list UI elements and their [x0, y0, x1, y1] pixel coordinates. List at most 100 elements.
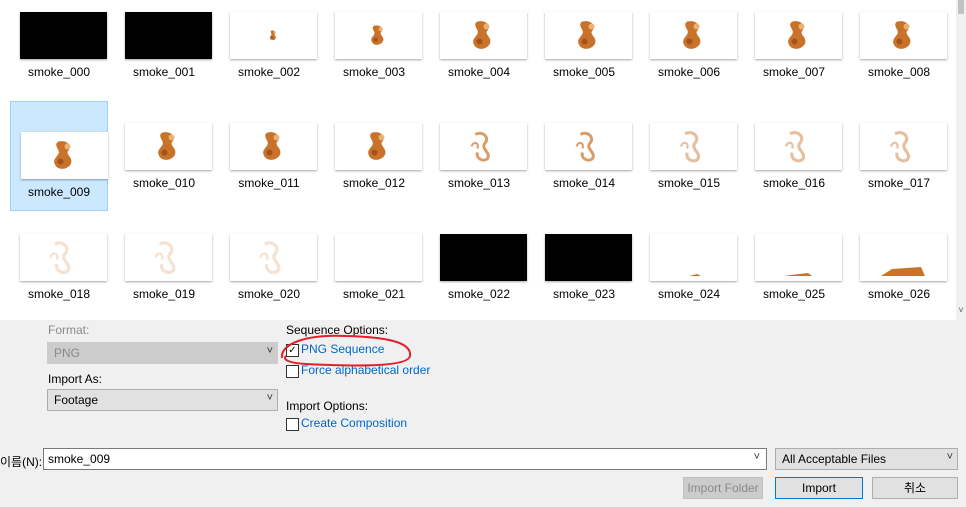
- smoke-shape: [259, 241, 281, 275]
- file-thumbnail-item[interactable]: smoke_009: [10, 101, 108, 211]
- thumbnail-graphic: [263, 132, 281, 160]
- thumbnail-graphic: [49, 241, 71, 275]
- file-thumbnail-item[interactable]: smoke_011: [220, 93, 318, 203]
- file-thumbnail-item[interactable]: smoke_005: [535, 0, 633, 92]
- import-folder-button[interactable]: Import Folder: [683, 477, 763, 499]
- png-sequence-label[interactable]: PNG Sequence: [301, 342, 384, 356]
- thumbnail-graphic: [269, 30, 276, 41]
- thumbnail-image: [125, 12, 212, 59]
- thumbnail-filename: smoke_012: [342, 176, 406, 190]
- thumbnail-image: [545, 234, 632, 281]
- smoke-shape: [269, 30, 276, 41]
- import-as-select[interactable]: Footage ˅: [47, 389, 278, 411]
- smoke-shape: [685, 274, 701, 276]
- force-alphabetical-checkbox[interactable]: [286, 365, 299, 378]
- thumbnail-filename: smoke_009: [27, 185, 91, 199]
- thumbnail-image: [20, 234, 107, 281]
- thumbnail-image: [440, 123, 527, 170]
- thumbnail-filename: smoke_011: [238, 176, 300, 190]
- file-thumbnail-item[interactable]: smoke_010: [115, 93, 213, 203]
- file-type-select[interactable]: All Acceptable Files ˅: [775, 448, 958, 470]
- file-thumbnail-item[interactable]: smoke_004: [430, 0, 528, 92]
- thumbnail-image: [755, 123, 842, 170]
- smoke-shape: [784, 273, 812, 276]
- file-thumbnail-item[interactable]: smoke_003: [325, 0, 423, 92]
- thumbnail-image: [21, 132, 108, 179]
- file-thumbnail-item[interactable]: smoke_023: [535, 204, 633, 314]
- thumbnail-filename: smoke_025: [762, 287, 826, 301]
- file-thumbnail-item[interactable]: smoke_007: [745, 0, 843, 92]
- thumbnail-graphic: [679, 130, 701, 163]
- format-select: PNG ˅: [47, 342, 278, 364]
- thumbnail-graphic: [784, 273, 812, 276]
- thumbnail-filename: smoke_014: [552, 176, 616, 190]
- thumbnail-image: [230, 123, 317, 170]
- file-thumbnail-item[interactable]: smoke_025: [745, 204, 843, 314]
- smoke-shape: [371, 25, 384, 45]
- filename-input[interactable]: smoke_009 ˅: [43, 448, 767, 470]
- thumbnail-image: [230, 12, 317, 59]
- smoke-shape: [575, 131, 595, 162]
- create-composition-label[interactable]: Create Composition: [301, 416, 407, 430]
- file-thumbnail-item[interactable]: smoke_019: [115, 204, 213, 314]
- scrollbar-thumb[interactable]: [958, 0, 964, 14]
- file-thumbnail-item[interactable]: smoke_008: [850, 0, 948, 92]
- thumbnail-image: [860, 123, 947, 170]
- thumbnail-filename: smoke_021: [342, 287, 406, 301]
- file-thumbnail-item[interactable]: smoke_006: [640, 0, 738, 92]
- thumbnail-filename: smoke_008: [867, 65, 931, 79]
- smoke-shape: [683, 21, 701, 49]
- thumbnail-filename: smoke_022: [447, 287, 511, 301]
- thumbnail-filename: smoke_020: [237, 287, 301, 301]
- thumbnail-graphic: [881, 267, 925, 276]
- thumbnail-image: [860, 12, 947, 59]
- file-thumbnail-item[interactable]: smoke_012: [325, 93, 423, 203]
- thumbnail-graphic: [685, 274, 701, 276]
- file-thumbnail-item[interactable]: smoke_002: [220, 0, 318, 92]
- smoke-shape: [578, 21, 596, 49]
- chevron-down-icon: ˅: [266, 392, 273, 404]
- thumbnail-image: [20, 12, 107, 59]
- png-sequence-checkbox[interactable]: ✓: [286, 344, 299, 357]
- thumbnail-filename: smoke_002: [237, 65, 301, 79]
- import-button[interactable]: Import: [775, 477, 863, 499]
- vertical-scrollbar[interactable]: ˅: [956, 0, 966, 320]
- thumbnail-image: [125, 234, 212, 281]
- smoke-shape: [881, 267, 925, 276]
- thumbnail-graphic: [889, 130, 911, 163]
- thumbnail-graphic: [371, 25, 384, 45]
- file-thumbnail-item[interactable]: smoke_001: [115, 0, 213, 92]
- thumbnail-graphic: [368, 132, 386, 160]
- thumbnail-filename: smoke_015: [657, 176, 721, 190]
- file-thumbnail-item[interactable]: smoke_018: [10, 204, 108, 314]
- thumbnail-graphic: [473, 21, 491, 49]
- file-thumbnail-item[interactable]: smoke_000: [10, 0, 108, 92]
- thumbnail-filename: smoke_026: [867, 287, 931, 301]
- chevron-down-icon[interactable]: ˅: [754, 451, 760, 463]
- force-alphabetical-label[interactable]: Force alphabetical order: [301, 363, 430, 377]
- smoke-shape: [158, 132, 176, 160]
- file-thumbnail-item[interactable]: smoke_015: [640, 93, 738, 203]
- file-thumbnail-item[interactable]: smoke_017: [850, 93, 948, 203]
- file-thumbnail-item[interactable]: smoke_022: [430, 204, 528, 314]
- file-thumbnail-item[interactable]: smoke_016: [745, 93, 843, 203]
- smoke-shape: [470, 131, 490, 162]
- thumbnail-image: [755, 12, 842, 59]
- file-thumbnail-item[interactable]: smoke_021: [325, 204, 423, 314]
- smoke-shape: [679, 130, 701, 163]
- file-thumbnail-item[interactable]: smoke_014: [535, 93, 633, 203]
- check-icon: ✓: [288, 345, 297, 356]
- smoke-shape: [263, 132, 281, 160]
- smoke-shape: [788, 21, 806, 49]
- cancel-button[interactable]: 취소: [872, 477, 958, 499]
- file-thumbnail-item[interactable]: smoke_020: [220, 204, 318, 314]
- create-composition-checkbox[interactable]: [286, 418, 299, 431]
- scroll-down-icon[interactable]: ˅: [956, 303, 966, 317]
- smoke-shape: [54, 141, 72, 169]
- thumbnail-graphic: [784, 130, 806, 163]
- file-thumbnail-item[interactable]: smoke_013: [430, 93, 528, 203]
- file-thumbnail-item[interactable]: smoke_024: [640, 204, 738, 314]
- file-thumbnail-item[interactable]: smoke_026: [850, 204, 948, 314]
- thumbnail-image: [335, 234, 422, 281]
- sequence-options-label: Sequence Options:: [286, 323, 389, 337]
